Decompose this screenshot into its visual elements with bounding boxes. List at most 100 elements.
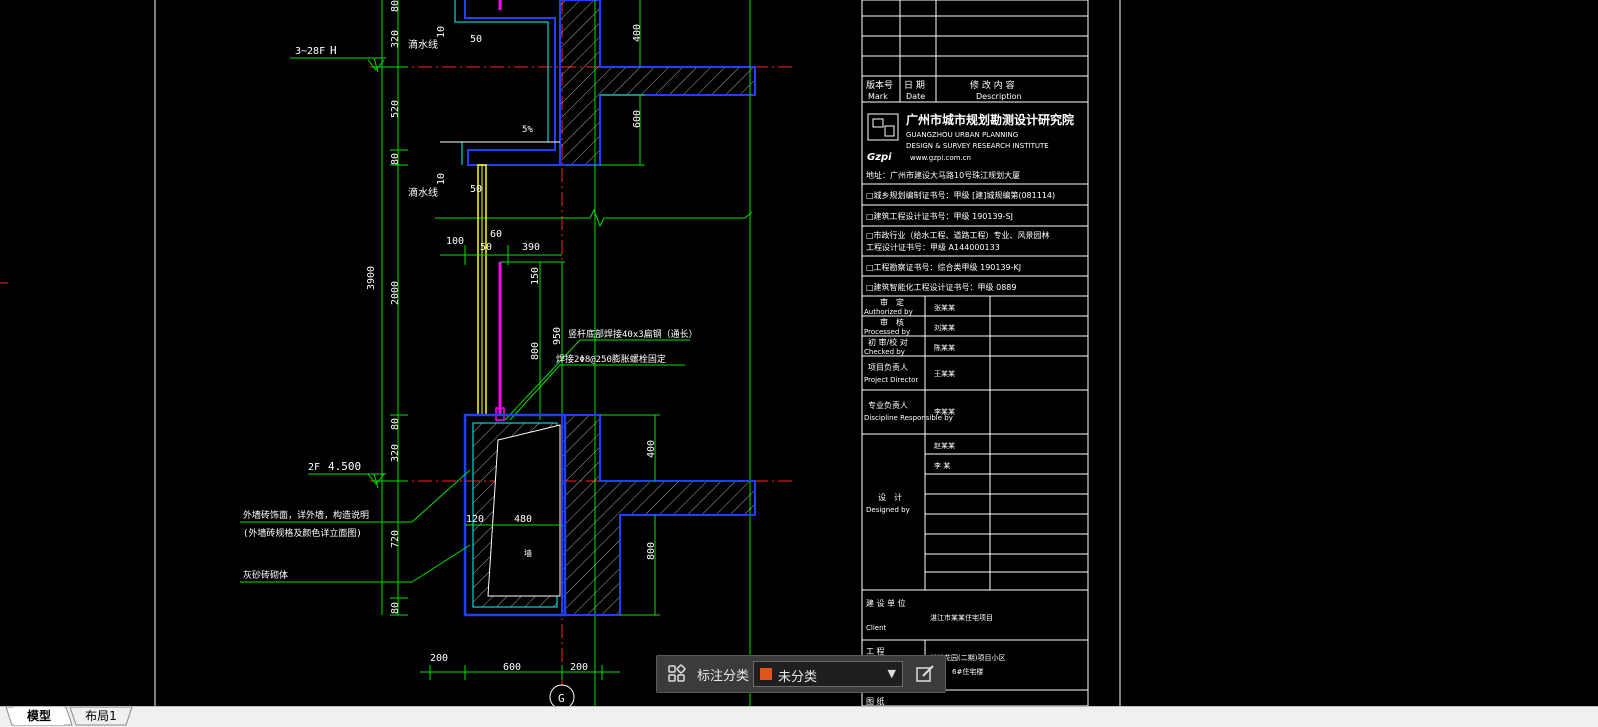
designer-name-2: 李 某: [934, 461, 950, 470]
company-logo-text: Gzpi: [867, 152, 892, 163]
role-checked-name: 陈某某: [934, 343, 955, 352]
drawing-viewport[interactable]: 3~28F H 2F 4.500 80 320 520 80 3900 2000…: [0, 0, 1598, 706]
lower-slab-section: [463, 413, 756, 617]
role-processed-en: Processed by: [864, 328, 910, 336]
lower-inner-label: 墙: [524, 548, 532, 558]
level-upper-label: 3~28F: [295, 46, 325, 57]
railing-section: [477, 164, 505, 421]
annotation-category-toolbar: 标注分类 未分类 ▼: [656, 655, 946, 693]
lower-dim-120: 120: [466, 514, 484, 525]
designer-name-1: 赵某某: [934, 441, 955, 450]
rail-dim-390: 390: [522, 242, 540, 253]
role-checked-cn: 初 审/校 对: [868, 337, 908, 347]
category-label: 标注分类: [697, 669, 750, 684]
role-director-en: Project Director: [864, 376, 918, 384]
rail-note-2: 焊接2Φ8@250膨胀螺栓固定: [556, 353, 666, 365]
left-dim-2000: 2000: [390, 281, 401, 305]
company-website: www.gzpi.com.cn: [910, 154, 971, 162]
category-color-swatch: [760, 668, 772, 680]
category-select[interactable]: 未分类 ▼: [753, 661, 903, 687]
left-dimension-chain: [372, 0, 408, 616]
middle-drip-label: 滴水线: [408, 186, 438, 199]
left-dim-80-d: 80: [390, 602, 401, 614]
role-director-cn: 项目负责人: [868, 362, 908, 372]
role-authorized-name: 张某某: [934, 303, 955, 312]
axis-g-label: G: [558, 692, 565, 705]
note-facade: 外墙砖饰面，详外墙，构造说明: [243, 509, 369, 521]
edit-icon[interactable]: [915, 664, 935, 684]
rev-date-en: Date: [906, 92, 925, 101]
tab-model[interactable]: 模型: [14, 707, 64, 725]
category-grid-icon[interactable]: [667, 664, 687, 684]
bottom-dim-600: 600: [503, 662, 521, 673]
rev-mark-en: Mark: [868, 92, 888, 101]
role-discipline-name: 李某某: [934, 407, 955, 416]
rail-dim-800: 800: [530, 342, 541, 360]
drawing-cn: 图 纸: [866, 696, 885, 706]
left-dim-80-a: 80: [390, 0, 401, 12]
client-cn: 建 设 单 位: [866, 598, 906, 608]
role-checked-en: Checked by: [864, 348, 905, 356]
upper-slope: 5%: [522, 125, 533, 135]
rev-mark-cn: 版本号: [866, 79, 893, 91]
rail-dim-50: 50: [480, 242, 492, 253]
left-dim-320-a: 320: [390, 30, 401, 48]
tab-layout1[interactable]: 布局1: [78, 707, 124, 725]
company-name-cn: 广州市城市规划勘测设计研究院: [906, 112, 1074, 127]
role-director-name: 王某某: [934, 370, 955, 378]
level-lower-value: 4.500: [328, 460, 361, 473]
middle-dim-50: 50: [470, 184, 482, 195]
bottom-dim-200-left: 200: [430, 653, 448, 664]
left-dim-320-b: 320: [390, 444, 401, 462]
level-upper-mark: H: [330, 44, 337, 57]
upper-slab-section: [440, 0, 756, 166]
left-dim-80-c: 80: [390, 418, 401, 430]
role-discipline-cn: 专业负责人: [868, 400, 908, 410]
left-dim-720: 720: [390, 530, 401, 548]
sheet-frame: [154, 0, 1121, 706]
cert-line-4: 工程设计证书号：甲级 A144000133: [866, 242, 1000, 252]
designer-en: Designed by: [866, 506, 910, 514]
rev-desc-en: Description: [976, 92, 1022, 101]
rail-dim-150: 150: [530, 267, 541, 285]
project-sub: 6#住宅楼: [952, 667, 983, 676]
rail-dim-950: 950: [552, 327, 563, 345]
company-name-en-2: DESIGN & SURVEY RESEARCH INSTITUTE: [906, 142, 1049, 150]
left-dim-3900: 3900: [366, 266, 377, 290]
cert-line-1: □城乡规划编制证书号：甲级 [建]城规编第(081114): [866, 190, 1055, 200]
rev-desc-cn: 修 改 内 容: [970, 79, 1015, 91]
company-name-en-1: GUANGZHOU URBAN PLANNING: [906, 131, 1018, 139]
rail-dim-60: 60: [490, 229, 502, 240]
role-processed-name: 刘某某: [934, 323, 955, 332]
rev-date-cn: 日 期: [904, 80, 925, 91]
category-selected-value: 未分类: [778, 670, 818, 685]
company-address: 地址：广州市建设大马路10号珠江规划大厦: [866, 170, 1020, 180]
break-line: [435, 208, 753, 228]
note-masonry: 灰砂砖砌体: [243, 569, 288, 581]
client-en: Client: [866, 624, 887, 632]
middle-dim-10: 10: [436, 173, 447, 185]
role-authorized-cn: 审 定: [880, 297, 904, 307]
role-authorized-en: Authorized by: [864, 308, 913, 316]
lower-dim-800: 800: [646, 542, 657, 560]
chevron-down-icon: ▼: [887, 667, 896, 680]
bottom-dim-200-right: 200: [570, 662, 588, 673]
left-dim-80-b: 80: [390, 153, 401, 165]
upper-dim-10: 10: [436, 26, 447, 38]
cert-line-2: □建筑工程设计证书号：甲级 190139-SJ: [866, 211, 1013, 221]
upper-dim-400: 400: [632, 24, 643, 42]
note-facade-spec: (外墙砖规格及颜色详立面图): [243, 527, 362, 539]
lower-dim-480: 480: [514, 514, 532, 525]
rail-dim-100: 100: [446, 236, 464, 247]
left-dim-520: 520: [390, 100, 401, 118]
cert-line-3: □市政行业（给水工程、道路工程）专业、风景园林: [866, 230, 1050, 240]
note-leaders: [240, 469, 471, 583]
designer-cn: 设 计: [878, 492, 902, 502]
layout-tab-bar: 模型 布局1: [0, 706, 1598, 727]
upper-dim-600: 600: [632, 110, 643, 128]
level-lower-label: 2F: [308, 462, 320, 473]
upper-drip-label: 滴水线: [408, 38, 438, 51]
lower-dim-400: 400: [646, 440, 657, 458]
cert-line-5: □工程勘察证书号：综合类甲级 190139-KJ: [866, 262, 1021, 272]
upper-dim-50: 50: [470, 34, 482, 45]
